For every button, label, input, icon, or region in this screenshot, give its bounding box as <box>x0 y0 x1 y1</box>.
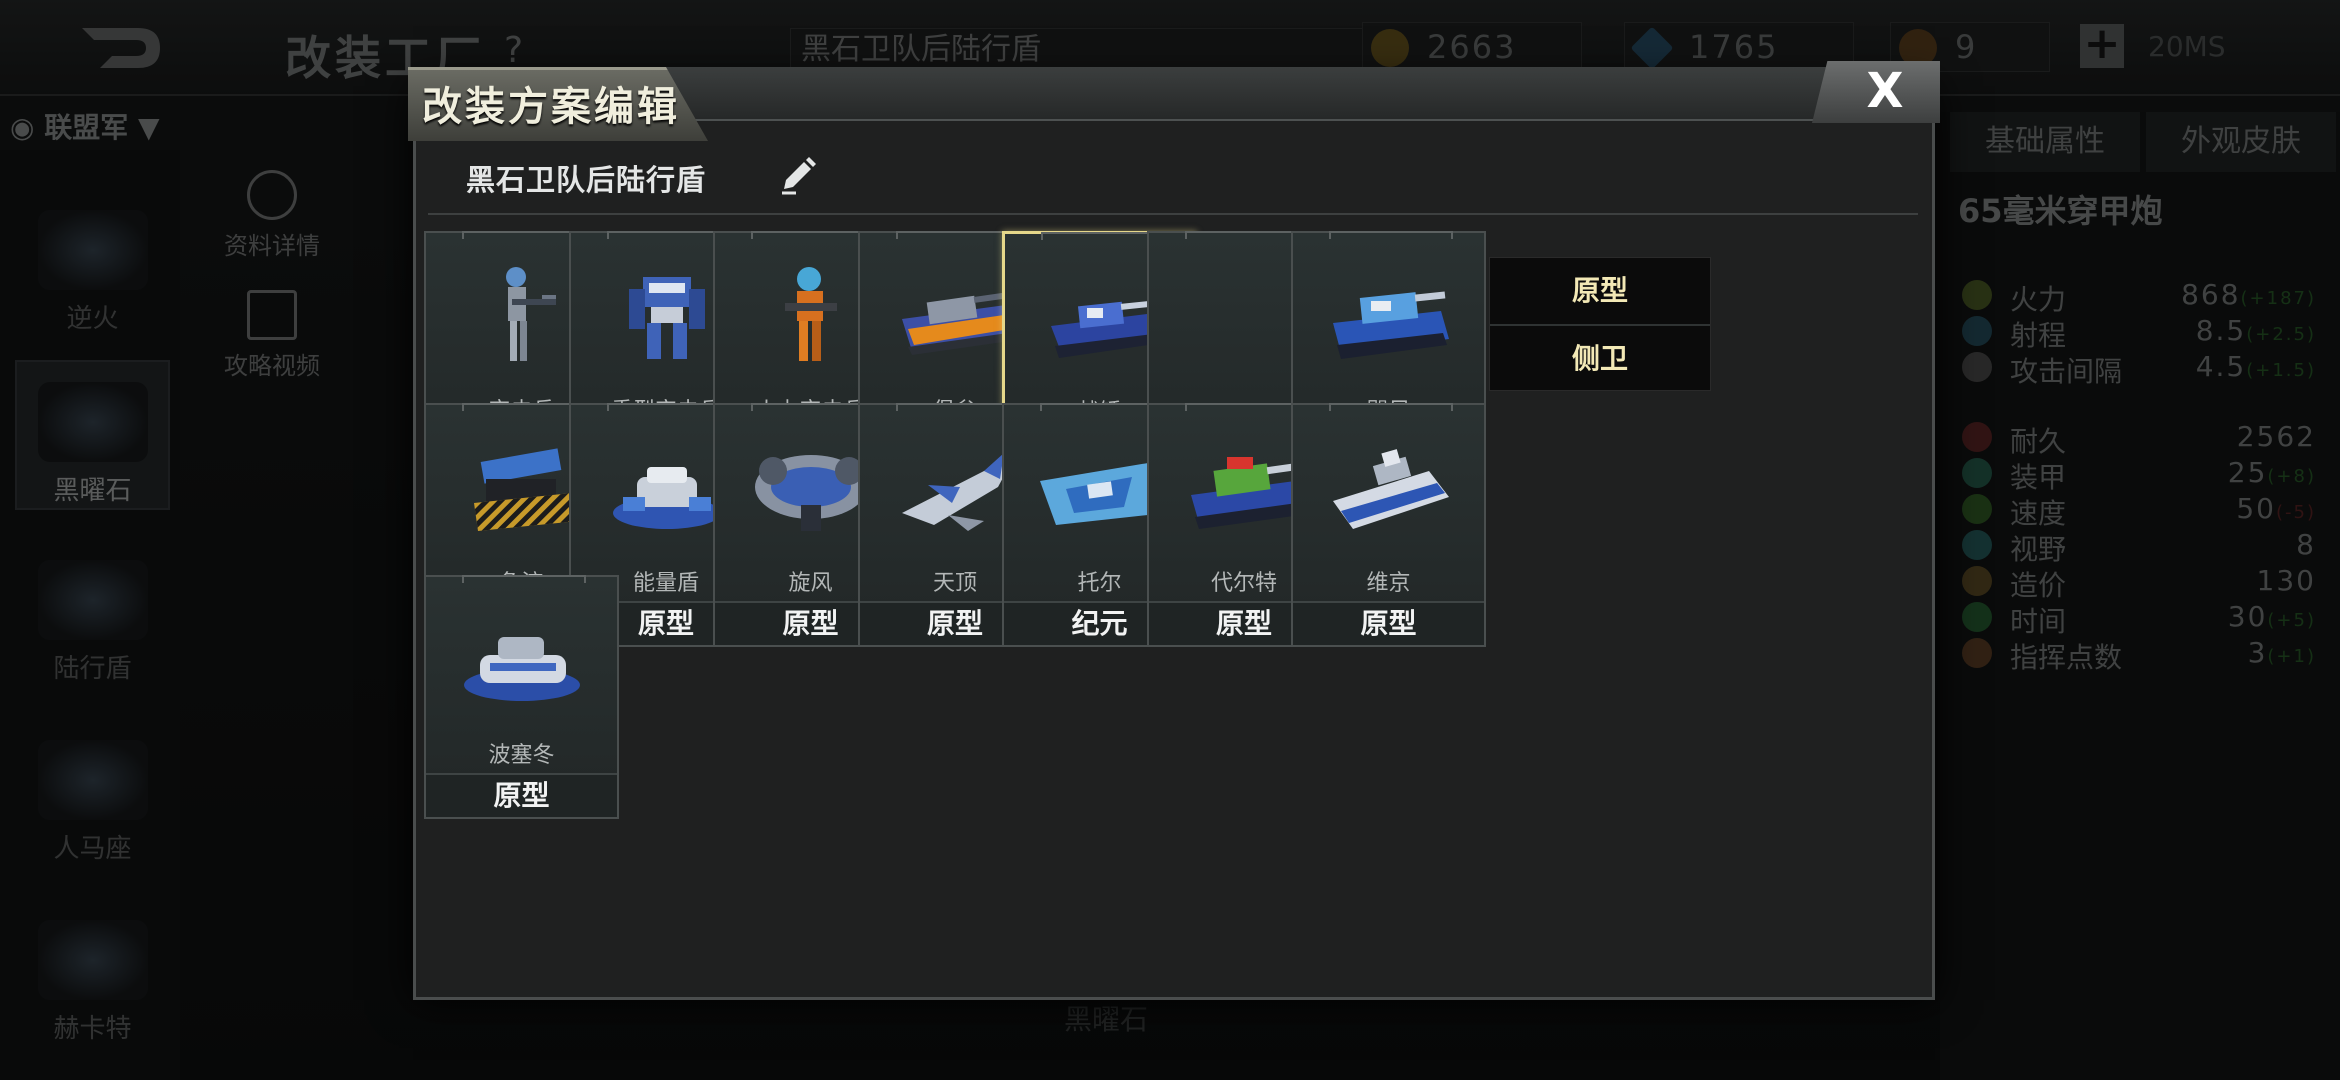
bottom-unit-label: 黑曜石 <box>1064 1003 1149 1036</box>
network-latency: 20MS <box>2148 30 2226 63</box>
plan-name-text: 黑石卫队后陆行盾 <box>801 32 1041 67</box>
sidebar-unit[interactable]: 陆行盾 <box>15 540 170 690</box>
faction-label: 联盟军 <box>44 111 129 144</box>
gold-counter: 2663 <box>1362 22 1582 72</box>
game-logo-icon[interactable] <box>78 18 164 78</box>
sidebar-unit-selected[interactable]: 黑曜石 <box>15 360 170 510</box>
stat-icon <box>1962 638 1992 668</box>
unit-variant-name: 原型 <box>426 773 617 817</box>
stat-row: 攻击间隔 4.5(+1.5) <box>1962 344 2332 390</box>
add-resource-button[interactable]: + <box>2080 22 2124 68</box>
stat-label: 指挥点数 <box>2010 641 2123 674</box>
close-button[interactable]: X <box>1812 61 1940 123</box>
dialog-title-tab: 改装方案编辑 <box>408 67 708 141</box>
diamond-icon <box>1630 26 1674 70</box>
bottom-strip: 黑曜石 <box>700 994 1340 1040</box>
sidebar-unit[interactable]: 人马座 <box>15 720 170 870</box>
unit-card[interactable]: 维京 原型 <box>1291 403 1486 647</box>
unit-sidebar: 逆火 黑曜石 陆行盾 人马座 赫卡特 <box>0 150 180 1080</box>
diamond-value: 1765 <box>1689 28 1779 66</box>
stat-value: 50(-5) <box>2236 492 2316 525</box>
dialog-divider <box>428 213 1918 215</box>
stat-icon <box>1962 352 1992 382</box>
gold-coin-icon <box>1371 29 1409 67</box>
stat-value: 130 <box>2256 564 2316 597</box>
stat-icon <box>1962 422 1992 452</box>
edit-pencil-icon[interactable] <box>776 153 820 197</box>
stat-value: 3(+1) <box>2247 636 2316 669</box>
unit-card[interactable]: 波塞冬 原型 <box>424 575 619 819</box>
faction-icon: ◉ <box>10 111 45 144</box>
unit-art-icon <box>1321 431 1457 549</box>
unit-role: 波塞冬 <box>488 743 555 768</box>
weapon-name: 65毫米穿甲炮 <box>1958 192 2163 230</box>
stat-label: 攻击间隔 <box>2010 355 2123 388</box>
stat-icon <box>1962 566 1992 596</box>
chevron-down-icon: ▼ <box>128 111 160 144</box>
dialog-title: 改装方案编辑 <box>422 84 680 130</box>
popup-option-prototype[interactable]: 原型 <box>1490 258 1710 324</box>
attribute-panel: 基础属性 外观皮肤 65毫米穿甲炮 火力 868(+187) 射程 8.5(+2.5)… <box>1940 112 2340 1080</box>
stat-icon <box>1962 458 1992 488</box>
unit-role: 维京 <box>1366 571 1411 596</box>
stat-icon <box>1962 530 1992 560</box>
tab-basic-attributes[interactable]: 基础属性 <box>1950 112 2140 172</box>
gold-value: 2663 <box>1427 28 1517 66</box>
variant-popup-menu: 原型 侧卫 <box>1489 257 1711 391</box>
energy-value: 9 <box>1955 28 1978 66</box>
sidebar-unit[interactable]: 赫卡特 <box>15 900 170 1050</box>
stat-value: 8.5(+2.5) <box>2195 314 2316 347</box>
stat-icon <box>1962 280 1992 310</box>
popup-option-flanker[interactable]: 侧卫 <box>1490 326 1710 392</box>
diamond-counter: 1765 <box>1624 22 1854 72</box>
video-tool[interactable]: 攻略视频 <box>222 290 322 381</box>
stat-value: 868(+187) <box>2181 278 2316 311</box>
magnifier-icon <box>247 170 297 220</box>
plan-name-field[interactable]: 黑石卫队后陆行盾 ✎ <box>790 28 1430 72</box>
unit-art-icon <box>1321 259 1457 377</box>
faction-selector[interactable]: ◉ 联盟军 ▼ <box>10 106 159 146</box>
plan-name: 黑石卫队后陆行盾 <box>466 163 707 197</box>
tab-appearance-skin[interactable]: 外观皮肤 <box>2146 112 2336 172</box>
stat-value: 25(+8) <box>2227 456 2316 489</box>
help-button[interactable]: ? <box>504 30 523 71</box>
unit-variant-name: 原型 <box>1293 601 1484 645</box>
play-icon <box>247 290 297 340</box>
stat-value: 8 <box>2296 528 2316 561</box>
stat-icon <box>1962 316 1992 346</box>
details-tool[interactable]: 资料详情 <box>222 170 322 261</box>
sidebar-unit[interactable]: 逆火 <box>15 190 170 340</box>
stat-row: 指挥点数 3(+1) <box>1962 630 2332 676</box>
stat-value: 4.5(+1.5) <box>2195 350 2316 383</box>
stat-icon <box>1962 602 1992 632</box>
unit-art-icon <box>454 603 590 721</box>
stat-value: 30(+5) <box>2227 600 2316 633</box>
plan-edit-dialog: 改装方案编辑 X 黑石卫队后陆行盾 突击兵卫队重型突击兵铁拳火力突击兵蝰蛇堡垒逆… <box>408 61 1940 1000</box>
stat-icon <box>1962 494 1992 524</box>
stat-value: 2562 <box>2236 420 2316 453</box>
